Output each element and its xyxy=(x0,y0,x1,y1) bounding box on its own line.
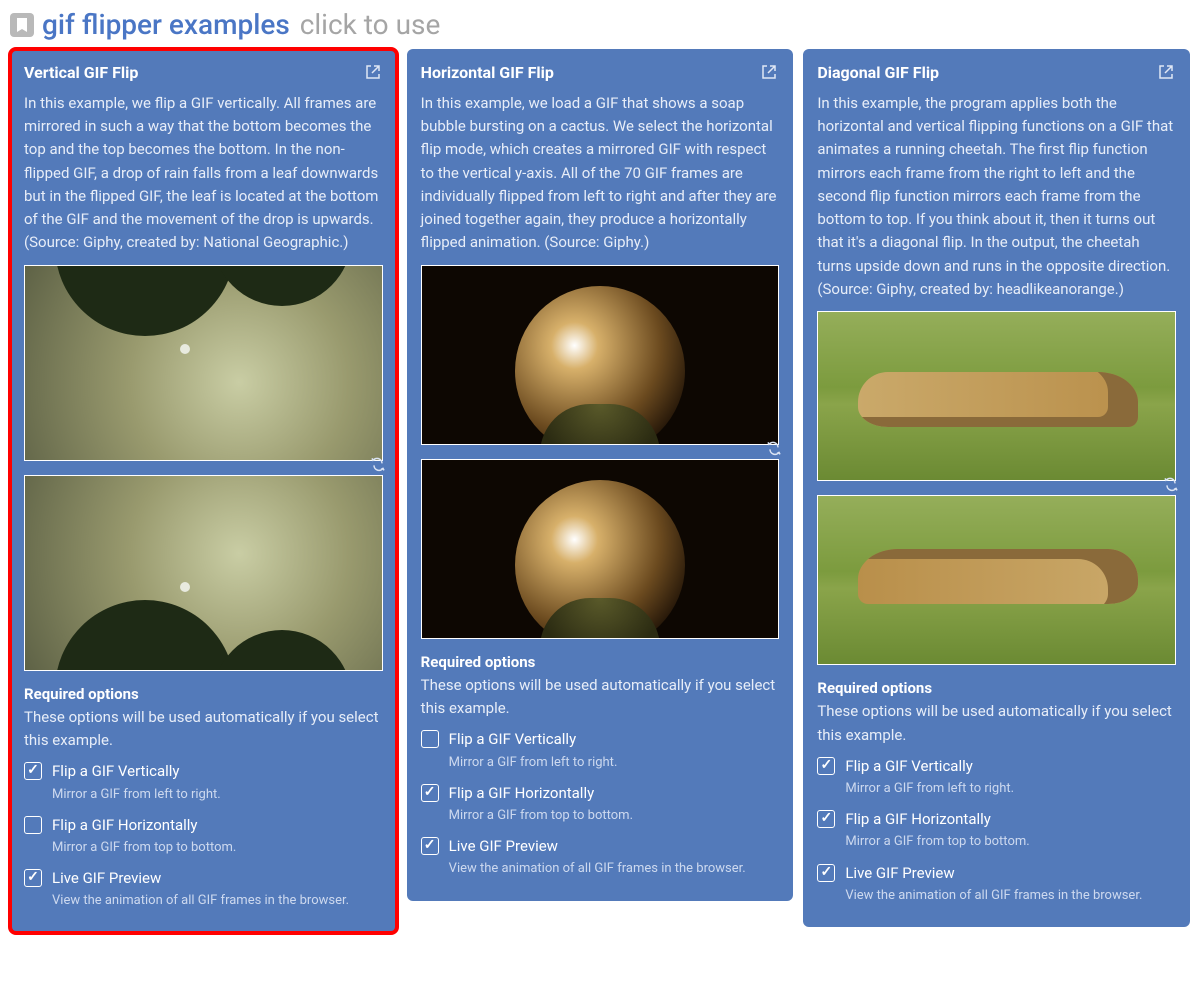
option-label: Live GIF Preview xyxy=(845,862,1142,885)
required-options-heading: Required options xyxy=(817,677,1176,700)
option-sublabel: View the animation of all GIF frames in … xyxy=(52,892,349,910)
checkbox-icon[interactable] xyxy=(421,784,439,802)
example-card-vertical[interactable]: Vertical GIF Flip In this example, we fl… xyxy=(10,49,397,933)
example-preview-pair xyxy=(817,311,1176,665)
option-live-preview[interactable]: Live GIF Preview View the animation of a… xyxy=(421,835,780,878)
option-sublabel: Mirror a GIF from top to bottom. xyxy=(52,839,236,857)
checkbox-icon[interactable] xyxy=(24,869,42,887)
option-sublabel: Mirror a GIF from left to right. xyxy=(449,754,618,772)
option-flip-horizontally[interactable]: Flip a GIF Horizontally Mirror a GIF fro… xyxy=(421,782,780,825)
preview-output-image xyxy=(24,475,383,671)
option-flip-vertically[interactable]: Flip a GIF Vertically Mirror a GIF from … xyxy=(421,728,780,771)
card-description: In this example, we load a GIF that show… xyxy=(421,92,780,255)
option-flip-vertically[interactable]: Flip a GIF Vertically Mirror a GIF from … xyxy=(24,760,383,803)
option-label: Flip a GIF Vertically xyxy=(449,728,618,751)
option-label: Live GIF Preview xyxy=(52,867,349,890)
preview-input-image xyxy=(24,265,383,461)
option-label: Live GIF Preview xyxy=(449,835,746,858)
option-sublabel: Mirror a GIF from top to bottom. xyxy=(449,807,633,825)
checkbox-icon[interactable] xyxy=(817,757,835,775)
option-label: Flip a GIF Horizontally xyxy=(845,808,1029,831)
option-sublabel: Mirror a GIF from top to bottom. xyxy=(845,833,1029,851)
card-title: Diagonal GIF Flip xyxy=(817,61,939,86)
option-flip-vertically[interactable]: Flip a GIF Vertically Mirror a GIF from … xyxy=(817,755,1176,798)
checkbox-icon[interactable] xyxy=(421,730,439,748)
preview-output-image xyxy=(421,459,780,639)
required-options-desc: These options will be used automatically… xyxy=(421,674,780,721)
required-options-desc: These options will be used automatically… xyxy=(24,706,383,753)
required-options-heading: Required options xyxy=(421,651,780,674)
preview-input-image xyxy=(817,311,1176,481)
option-flip-horizontally[interactable]: Flip a GIF Horizontally Mirror a GIF fro… xyxy=(817,808,1176,851)
example-preview-pair xyxy=(24,265,383,671)
card-description: In this example, the program applies bot… xyxy=(817,92,1176,301)
option-sublabel: View the animation of all GIF frames in … xyxy=(449,860,746,878)
option-flip-horizontally[interactable]: Flip a GIF Horizontally Mirror a GIF fro… xyxy=(24,814,383,857)
card-title: Horizontal GIF Flip xyxy=(421,61,554,86)
option-label: Flip a GIF Vertically xyxy=(52,760,221,783)
checkbox-icon[interactable] xyxy=(24,762,42,780)
example-card-horizontal[interactable]: Horizontal GIF Flip In this example, we … xyxy=(407,49,794,901)
example-cards-row: Vertical GIF Flip In this example, we fl… xyxy=(10,49,1190,933)
open-in-new-icon[interactable] xyxy=(761,64,779,82)
checkbox-icon[interactable] xyxy=(421,837,439,855)
card-title: Vertical GIF Flip xyxy=(24,61,138,86)
required-options-heading: Required options xyxy=(24,683,383,706)
option-sublabel: View the animation of all GIF frames in … xyxy=(845,887,1142,905)
section-title: gif flipper examples xyxy=(42,8,290,41)
open-in-new-icon[interactable] xyxy=(1158,64,1176,82)
card-description: In this example, we flip a GIF verticall… xyxy=(24,92,383,255)
option-label: Flip a GIF Horizontally xyxy=(449,782,633,805)
option-label: Flip a GIF Vertically xyxy=(845,755,1014,778)
checkbox-icon[interactable] xyxy=(24,816,42,834)
option-live-preview[interactable]: Live GIF Preview View the animation of a… xyxy=(817,862,1176,905)
checkbox-icon[interactable] xyxy=(817,810,835,828)
option-label: Flip a GIF Horizontally xyxy=(52,814,236,837)
option-sublabel: Mirror a GIF from left to right. xyxy=(52,786,221,804)
bookmark-icon[interactable] xyxy=(10,13,34,37)
section-subtitle[interactable]: click to use xyxy=(300,8,441,41)
example-preview-pair xyxy=(421,265,780,639)
example-card-diagonal[interactable]: Diagonal GIF Flip In this example, the p… xyxy=(803,49,1190,927)
section-header: gif flipper examples click to use xyxy=(10,8,1190,41)
option-live-preview[interactable]: Live GIF Preview View the animation of a… xyxy=(24,867,383,910)
preview-input-image xyxy=(421,265,780,445)
preview-output-image xyxy=(817,495,1176,665)
option-sublabel: Mirror a GIF from left to right. xyxy=(845,780,1014,798)
checkbox-icon[interactable] xyxy=(817,864,835,882)
required-options-desc: These options will be used automatically… xyxy=(817,700,1176,747)
open-in-new-icon[interactable] xyxy=(365,64,383,82)
